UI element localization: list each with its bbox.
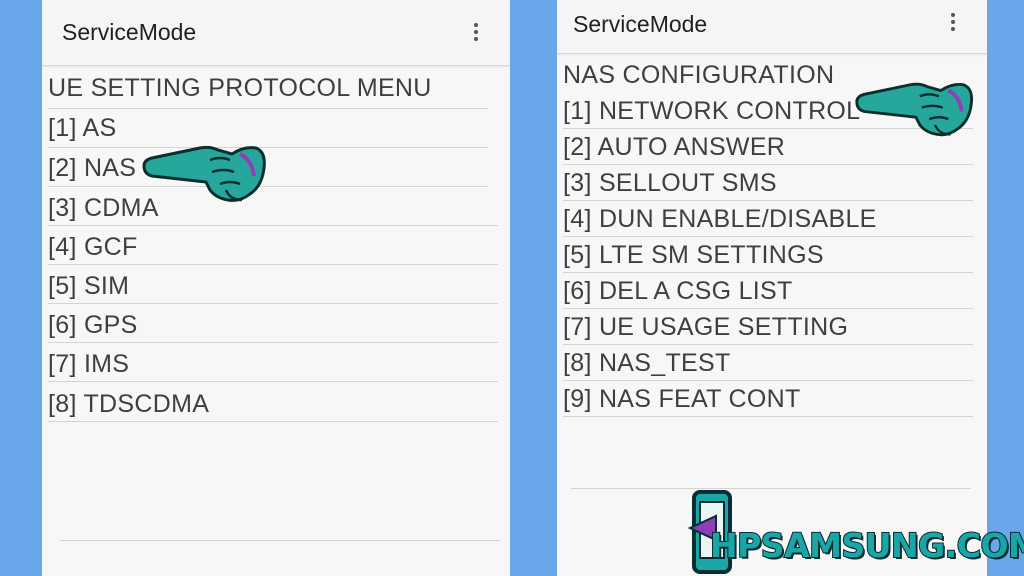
menu-heading: NAS CONFIGURATION <box>563 61 835 89</box>
app-bar: ServiceMode <box>557 0 987 54</box>
pointing-hand-icon <box>142 145 266 202</box>
app-title: ServiceMode <box>62 19 197 45</box>
menu-item-nas-test[interactable]: [8] NAS_TEST <box>563 349 731 378</box>
row-divider <box>563 164 973 165</box>
menu-item-dun-enable[interactable]: [4] DUN ENABLE/DISABLE <box>563 205 877 234</box>
row-divider <box>48 108 488 109</box>
pointing-hand-icon <box>855 82 974 137</box>
row-divider <box>48 264 498 265</box>
row-divider <box>563 200 973 201</box>
menu-item-ims[interactable]: [7] IMS <box>48 350 129 379</box>
row-divider <box>563 380 973 381</box>
left-service-mode-screen: ServiceMode UE SETTING PROTOCOL MENU [1]… <box>42 0 510 576</box>
hpsamsung-watermark: HPSAMSUNG.COM <box>686 488 1024 576</box>
row-divider <box>48 342 498 343</box>
menu-item-auto-answer[interactable]: [2] AUTO ANSWER <box>563 133 785 162</box>
row-divider <box>48 421 498 422</box>
menu-item-sim[interactable]: [5] SIM <box>48 272 129 301</box>
row-divider <box>48 303 498 304</box>
row-divider <box>48 225 498 226</box>
menu-item-gcf[interactable]: [4] GCF <box>48 233 138 262</box>
watermark-text: HPSAMSUNG.COM <box>709 525 1024 566</box>
menu-item-nas-feat-cont[interactable]: [9] NAS FEAT CONT <box>563 385 801 414</box>
row-divider <box>563 308 973 309</box>
row-divider <box>563 272 973 273</box>
menu-item-ue-usage-setting[interactable]: [7] UE USAGE SETTING <box>563 313 848 342</box>
more-vert-icon[interactable] <box>943 10 963 34</box>
menu-item-tdscdma[interactable]: [8] TDSCDMA <box>48 390 209 419</box>
app-bar: ServiceMode <box>42 0 510 66</box>
row-divider <box>563 416 973 417</box>
menu-heading: UE SETTING PROTOCOL MENU <box>48 74 432 102</box>
app-title: ServiceMode <box>573 11 708 37</box>
menu-item-gps[interactable]: [6] GPS <box>48 311 138 340</box>
menu-item-nas[interactable]: [2] NAS <box>48 154 136 183</box>
row-divider <box>563 344 973 345</box>
menu-item-del-csg-list[interactable]: [6] DEL A CSG LIST <box>563 277 793 306</box>
more-vert-icon[interactable] <box>466 20 486 44</box>
menu-item-as[interactable]: [1] AS <box>48 114 117 143</box>
row-divider <box>563 236 973 237</box>
menu-item-network-control[interactable]: [1] NETWORK CONTROL <box>563 97 860 126</box>
menu-item-lte-sm-settings[interactable]: [5] LTE SM SETTINGS <box>563 241 824 270</box>
row-divider <box>60 540 500 541</box>
menu-item-sellout-sms[interactable]: [3] SELLOUT SMS <box>563 169 777 198</box>
row-divider <box>48 381 498 382</box>
